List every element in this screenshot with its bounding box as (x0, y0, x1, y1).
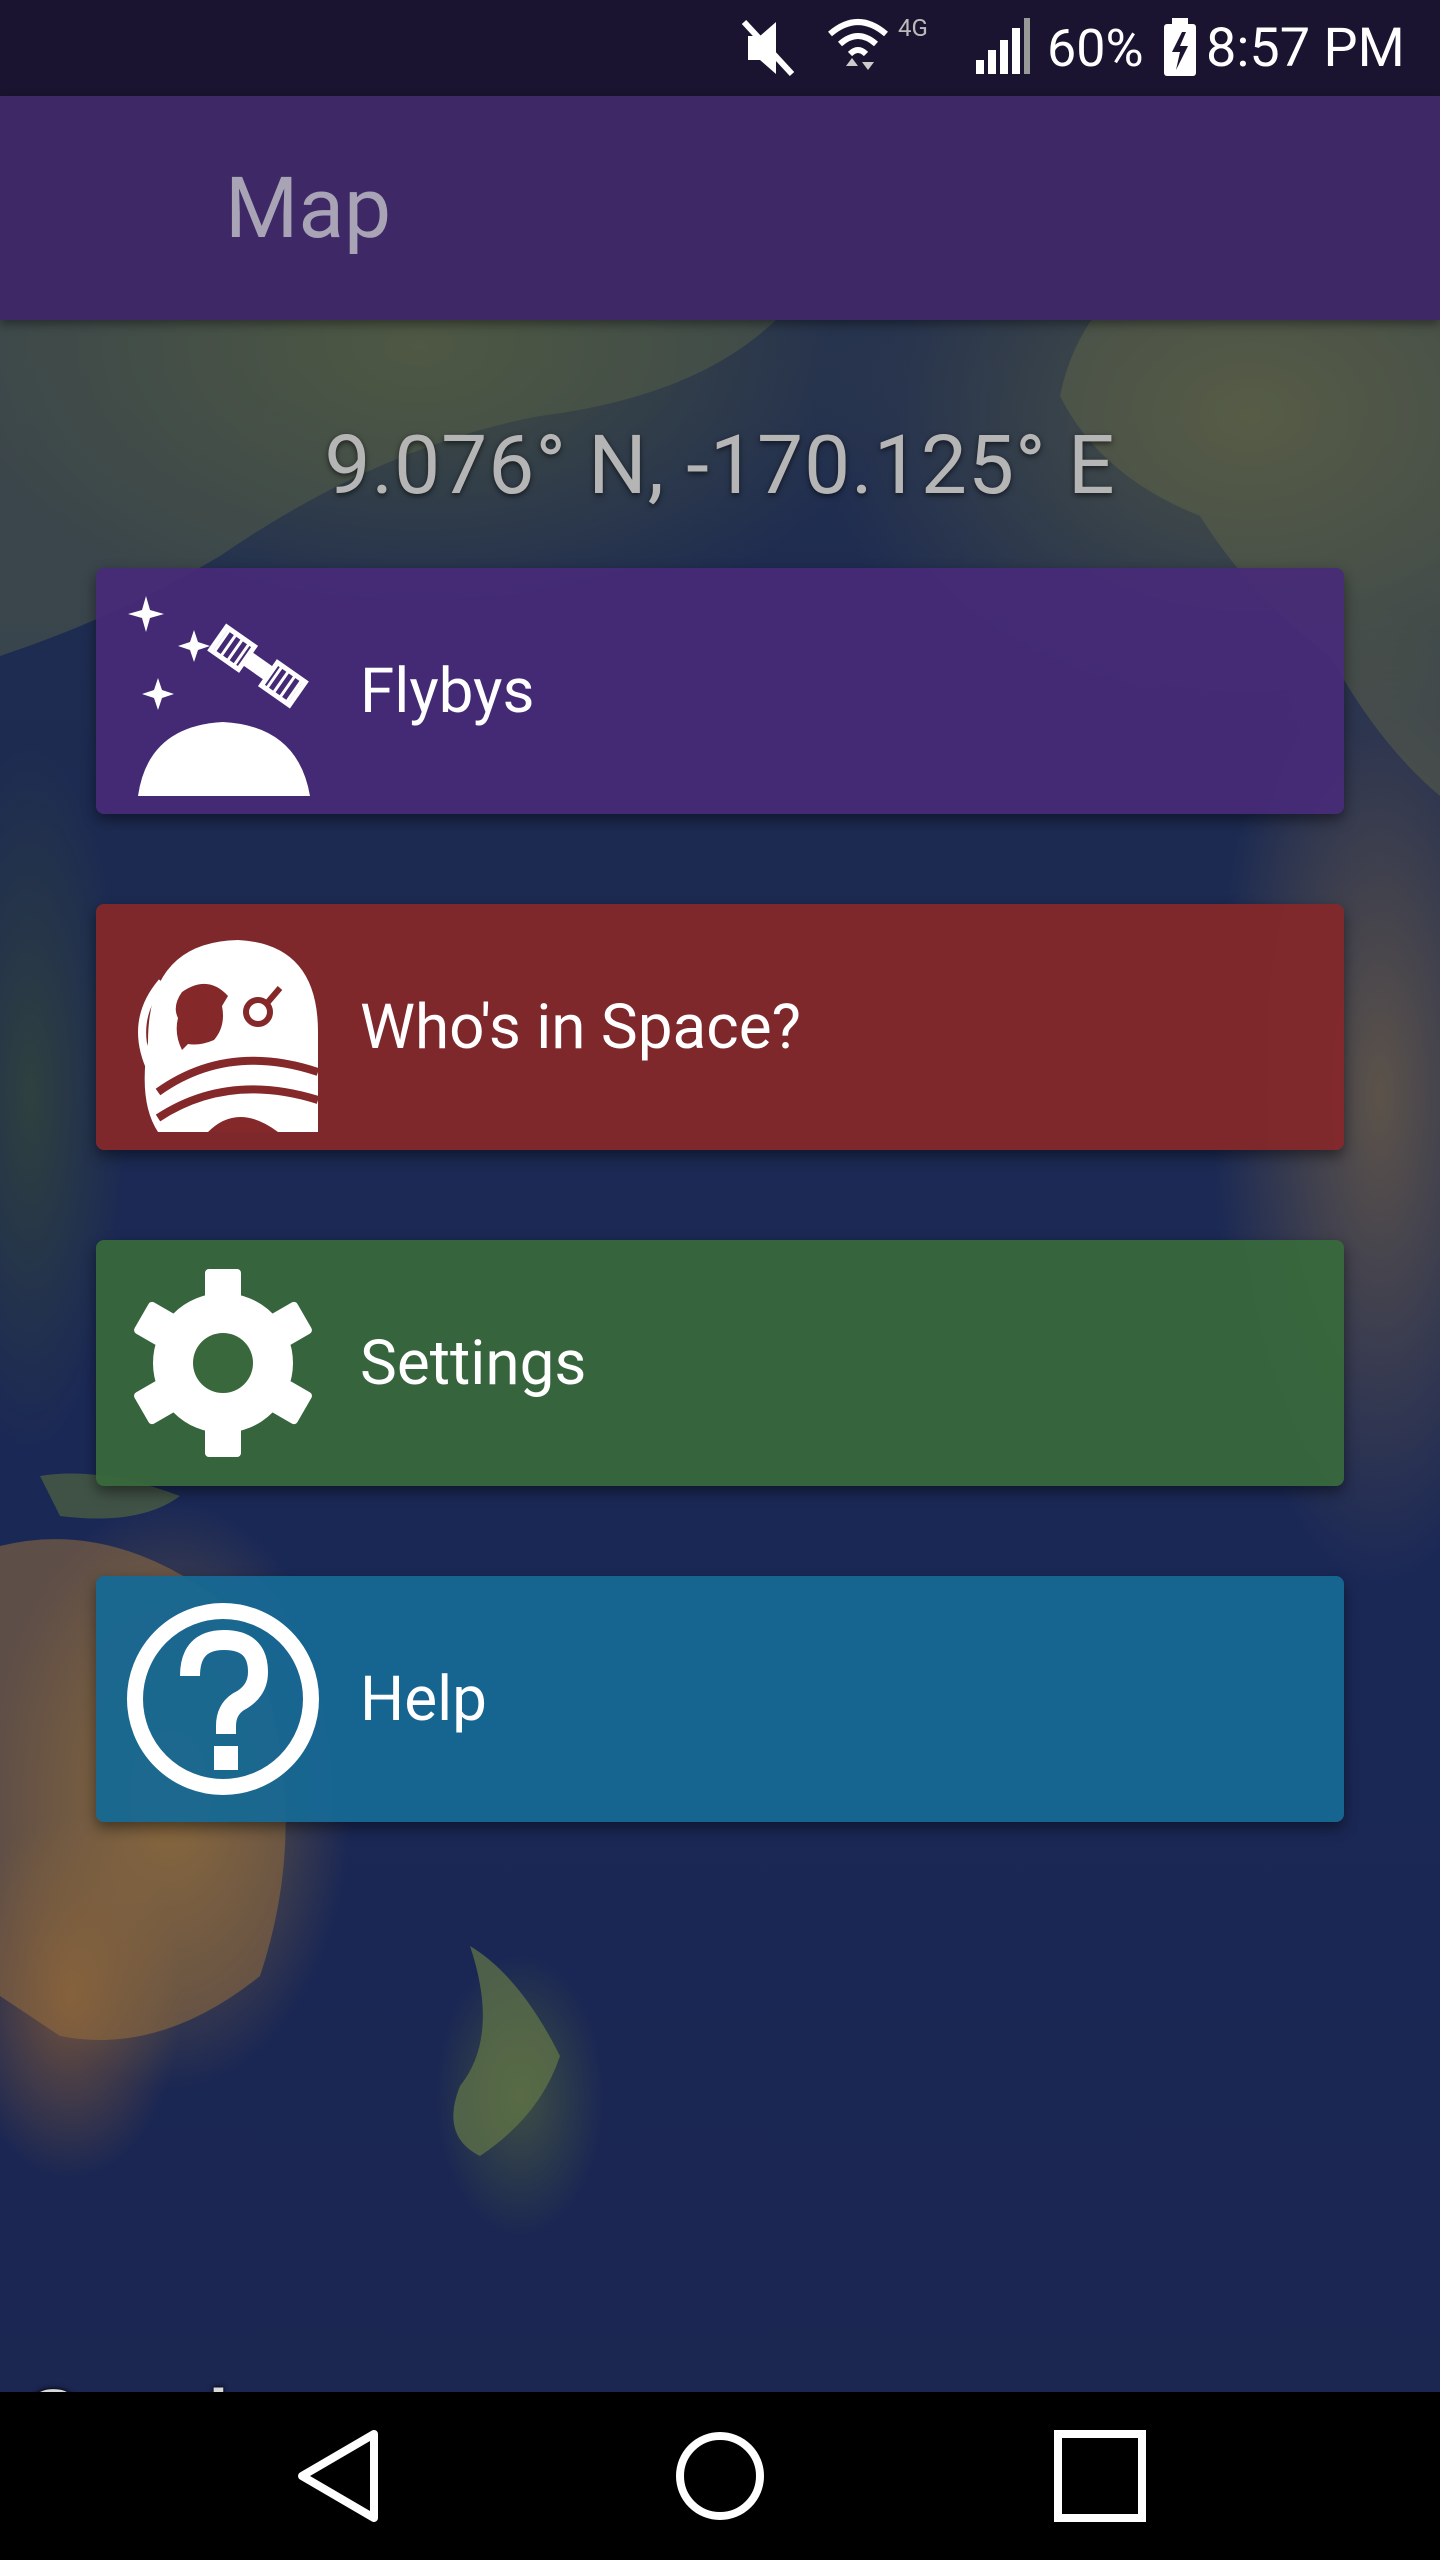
status-bar: 4G 60% 8:57 PM (0, 0, 1440, 96)
whos-in-space-label: Who's in Space? (360, 990, 801, 1064)
question-icon (127, 1603, 319, 1795)
flybys-button[interactable]: Flybys (96, 568, 1344, 814)
home-icon[interactable] (660, 2416, 780, 2536)
battery-charging-icon (1164, 18, 1196, 76)
back-icon[interactable] (282, 2416, 402, 2536)
gear-icon (134, 1269, 312, 1457)
app-screen: 9.076° N, -170.125° E Google 4G 60% (0, 0, 1440, 2560)
flybys-label: Flybys (360, 654, 535, 728)
whos-in-space-button[interactable]: Who's in Space? (96, 904, 1344, 1150)
settings-button[interactable]: Settings (96, 1240, 1344, 1486)
coordinates-readout: 9.076° N, -170.125° E (324, 418, 1116, 514)
satellite-icon (128, 596, 310, 796)
battery-percent: 60% (1047, 17, 1144, 79)
help-label: Help (360, 1662, 487, 1736)
signal-strength-icon (976, 18, 1030, 74)
mute-icon (741, 19, 795, 77)
help-button[interactable]: Help (96, 1576, 1344, 1822)
system-nav-bar (0, 2392, 1440, 2560)
network-type-label: 4G (898, 14, 928, 42)
recents-icon[interactable] (1040, 2416, 1160, 2536)
wifi-icon (828, 19, 888, 70)
settings-label: Settings (360, 1326, 587, 1400)
clock: 8:57 PM (1206, 16, 1405, 80)
page-title: Map (225, 158, 392, 258)
app-toolbar: Map (0, 96, 1440, 320)
astronaut-icon (138, 940, 320, 1132)
